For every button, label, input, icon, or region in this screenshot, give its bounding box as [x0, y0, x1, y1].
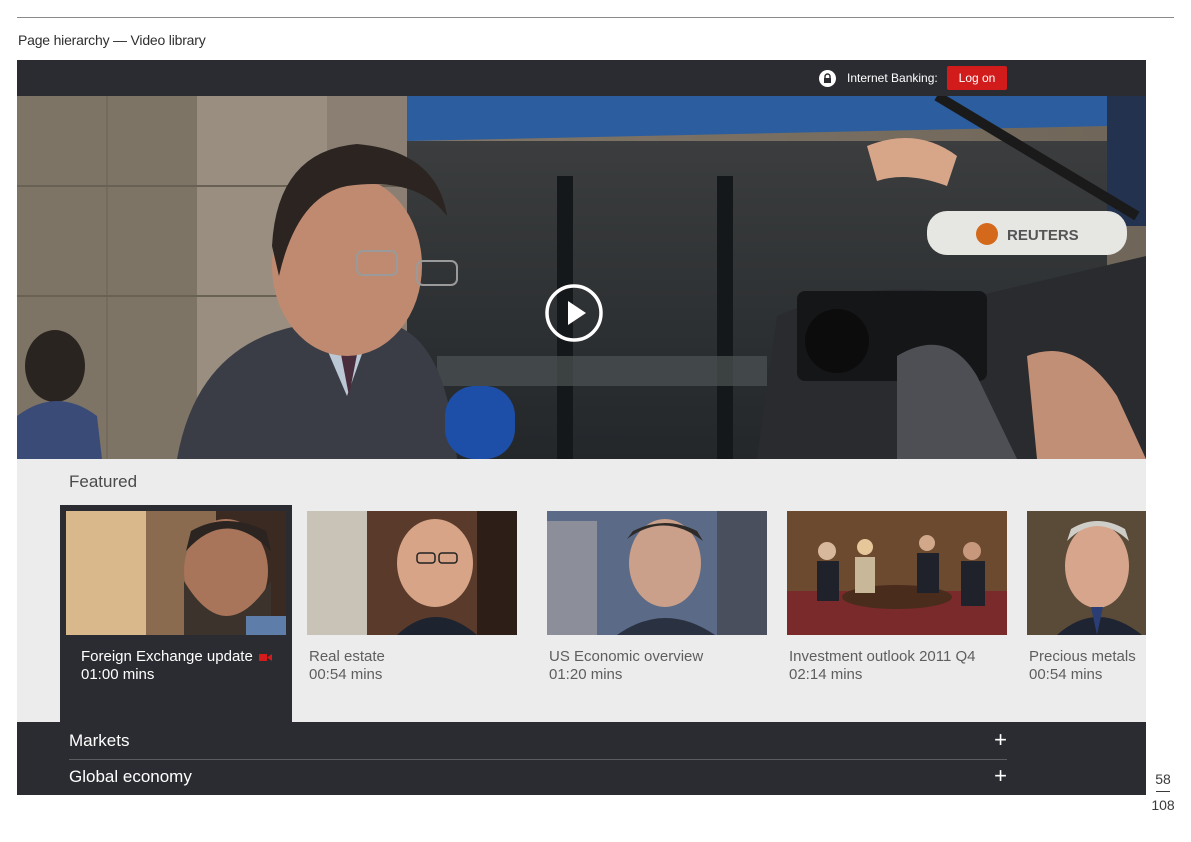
video-card-us-economic-overview[interactable]: US Economic overview 01:20 mins: [547, 505, 767, 685]
accordion-label-global-economy: Global economy: [69, 767, 192, 786]
top-rule: [17, 17, 1174, 18]
play-icon: [545, 284, 603, 342]
video-card-real-estate[interactable]: Real estate 00:54 mins: [307, 505, 527, 685]
top-bar: Internet Banking: Log on: [17, 60, 1146, 96]
page-counter: 58 108: [1150, 771, 1176, 813]
video-duration: 00:54 mins: [309, 666, 383, 683]
expand-plus-icon[interactable]: +: [994, 727, 1007, 753]
hero-image: REUTERS: [17, 96, 1146, 459]
page-separator: [1156, 791, 1170, 792]
total-pages: 108: [1151, 797, 1175, 813]
hero-video[interactable]: REUTERS: [17, 96, 1146, 459]
video-card-precious-metals[interactable]: Precious metals 00:54 mins: [1027, 505, 1146, 685]
reuters-label: REUTERS: [1007, 227, 1079, 244]
video-camera-icon: [258, 649, 272, 666]
log-on-button[interactable]: Log on: [947, 66, 1007, 90]
video-title: Investment outlook 2011 Q4: [789, 648, 976, 665]
video-thumbnail: [307, 511, 527, 635]
video-title: Real estate: [309, 648, 385, 665]
video-duration: 00:54 mins: [1029, 666, 1103, 683]
accordion-global-economy[interactable]: Global economy +: [69, 758, 1007, 794]
video-duration: 01:20 mins: [549, 666, 623, 683]
video-thumbnail: [66, 511, 286, 635]
current-page: 58: [1155, 771, 1171, 787]
video-title: US Economic overview: [549, 648, 704, 665]
video-title: Foreign Exchange update: [81, 648, 272, 666]
accordion-label-markets: Markets: [69, 731, 130, 750]
video-card-foreign-exchange[interactable]: Foreign Exchange update 01:00 mins: [60, 505, 292, 722]
featured-title: Featured: [69, 472, 138, 491]
expand-plus-icon[interactable]: +: [994, 763, 1007, 789]
video-thumbnail: [787, 511, 1007, 635]
video-thumbnail: [547, 511, 767, 635]
video-title: Precious metals: [1029, 648, 1136, 665]
video-duration: 02:14 mins: [789, 666, 863, 683]
accordion-markets[interactable]: Markets +: [69, 722, 1007, 758]
video-duration: 01:00 mins: [81, 666, 155, 683]
internet-banking-label: Internet Banking:: [847, 71, 938, 85]
accordion-divider: [69, 759, 1007, 760]
play-button[interactable]: [544, 283, 604, 343]
video-card-investment-outlook[interactable]: Investment outlook 2011 Q4 02:14 mins: [787, 505, 1007, 685]
page-heading: Page hierarchy — Video library: [18, 32, 206, 48]
lock-icon: [819, 70, 836, 87]
video-thumbnail: [1027, 511, 1146, 635]
